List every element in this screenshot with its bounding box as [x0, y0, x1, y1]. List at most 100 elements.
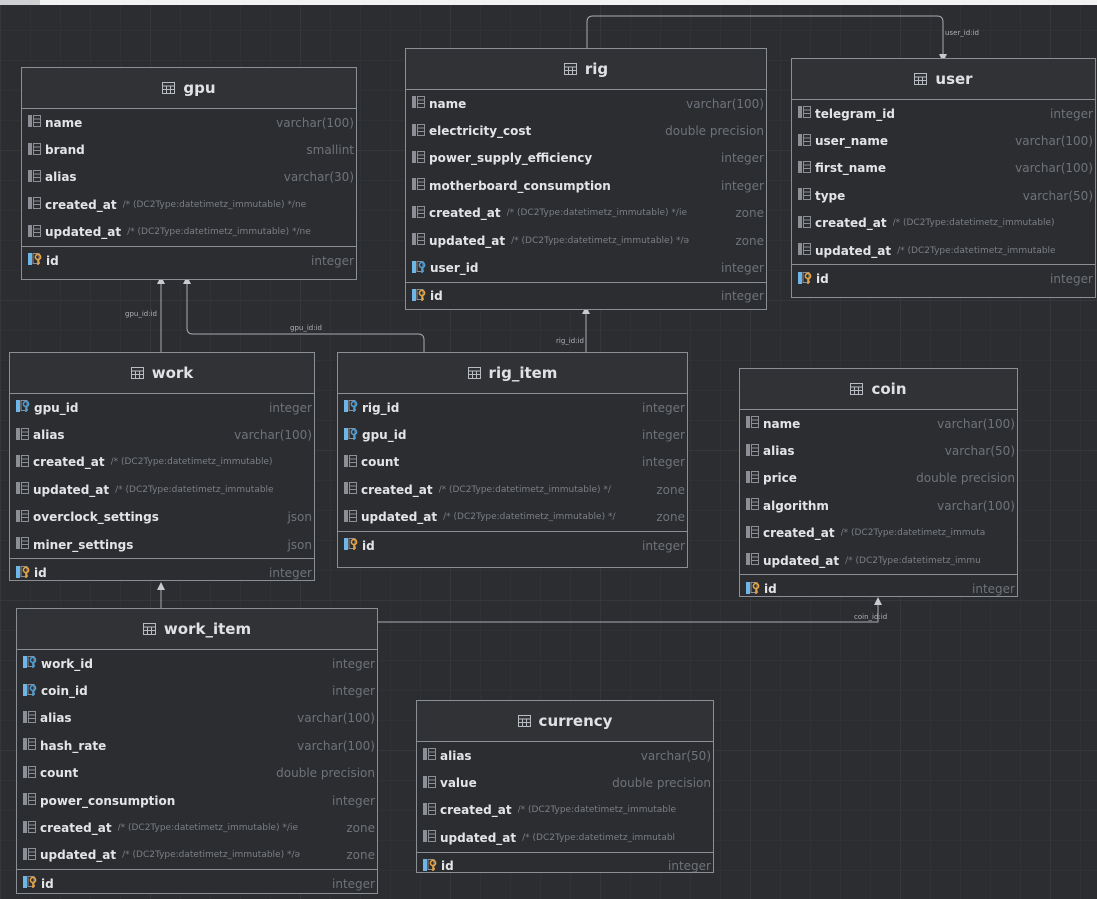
- foreign-key-row[interactable]: work_id integer: [17, 650, 377, 677]
- column-row[interactable]: user_name varchar(100): [792, 127, 1095, 154]
- column-row[interactable]: value double precision: [417, 769, 713, 796]
- column-row[interactable]: created_at /* (DC2Type:datetimetz_immutab…: [17, 814, 377, 841]
- table-header[interactable]: rig: [406, 49, 766, 90]
- column-row[interactable]: updated_at /* (DC2Type:datetimetz_immutab…: [417, 824, 713, 851]
- column-row[interactable]: alias varchar(50): [417, 742, 713, 769]
- column-type: varchar(100): [1015, 134, 1093, 149]
- column-name: telegram_id: [815, 106, 895, 121]
- primary-key-row[interactable]: id integer: [740, 574, 1017, 596]
- table-name: currency: [538, 712, 613, 730]
- column-row[interactable]: telegram_id integer: [792, 100, 1095, 127]
- column-type: varchar(30): [283, 170, 354, 185]
- primary-key-icon: [798, 271, 812, 288]
- column-icon: [16, 537, 29, 552]
- column-name: electricity_cost: [429, 124, 532, 139]
- column-type: integer: [668, 859, 711, 873]
- table-user[interactable]: user telegram_id integer user_name varchar(1…: [791, 58, 1096, 298]
- primary-key-row[interactable]: id integer: [17, 869, 377, 893]
- table-coin[interactable]: coin name varchar(100) alias varchar(50) pric…: [739, 368, 1018, 597]
- column-row[interactable]: algorithm varchar(100): [740, 492, 1017, 519]
- window-top-bar: [0, 0, 1097, 5]
- column-name: alias: [45, 170, 77, 185]
- table-header[interactable]: coin: [740, 369, 1017, 410]
- table-header[interactable]: currency: [417, 701, 713, 742]
- column-row[interactable]: updated_at /* (DC2Type:datetimetz_immutab…: [792, 237, 1095, 264]
- table-work[interactable]: work gpu_id integer alias varchar(100) create…: [9, 352, 315, 581]
- relation-label: coin_id:id: [854, 613, 887, 621]
- column-row[interactable]: alias varchar(100): [17, 705, 377, 732]
- primary-key-row[interactable]: id integer: [417, 851, 713, 873]
- table-rig[interactable]: rig name varchar(100) electricity_cost doubl…: [405, 48, 767, 310]
- table-header[interactable]: work_item: [17, 609, 377, 650]
- table-header[interactable]: gpu: [22, 68, 356, 109]
- relation-label: user_id:id: [945, 29, 979, 37]
- column-row[interactable]: created_at /* (DC2Type:datetimetz_immutab…: [338, 476, 687, 503]
- column-row[interactable]: name varchar(100): [740, 410, 1017, 437]
- table-currency[interactable]: currency alias varchar(50) value double prec…: [416, 700, 714, 873]
- column-name: hash_rate: [40, 738, 107, 753]
- foreign-key-row[interactable]: gpu_id integer: [10, 394, 314, 421]
- primary-key-row[interactable]: id integer: [406, 281, 766, 309]
- column-row[interactable]: power_consumption integer: [17, 787, 377, 814]
- column-row[interactable]: updated_at /* (DC2Type:datetimetz_immu: [740, 547, 1017, 574]
- column-row[interactable]: created_at /* (DC2Type:datetimetz_immutab…: [406, 200, 766, 227]
- column-name: alias: [40, 711, 72, 726]
- column-row[interactable]: brand smallint: [22, 136, 356, 163]
- column-row[interactable]: created_at /* (DC2Type:datetimetz_immutab…: [417, 797, 713, 824]
- column-icon: [746, 443, 759, 459]
- foreign-key-row[interactable]: coin_id integer: [17, 677, 377, 704]
- column-row[interactable]: type varchar(50): [792, 182, 1095, 209]
- column-row[interactable]: created_at /* (DC2Type:datetimetz_immuta: [740, 520, 1017, 547]
- column-row[interactable]: name varchar(100): [406, 90, 766, 117]
- column-row[interactable]: count double precision: [17, 760, 377, 787]
- column-row[interactable]: alias varchar(50): [740, 437, 1017, 464]
- column-type: integer: [1050, 106, 1093, 121]
- column-row[interactable]: alias varchar(100): [10, 421, 314, 448]
- primary-key-row[interactable]: id integer: [338, 530, 687, 559]
- column-row[interactable]: updated_at /* (DC2Type:datetimetz_immutab…: [22, 219, 356, 246]
- table-rig-item[interactable]: rig_item rig_id integer gpu_id integer count i…: [337, 352, 688, 568]
- foreign-key-row[interactable]: user_id integer: [406, 254, 766, 281]
- column-row[interactable]: motherboard_consumption integer: [406, 172, 766, 199]
- column-comment: /* (DC2Type:datetimetz_immu: [845, 555, 981, 566]
- table-header[interactable]: rig_item: [338, 353, 687, 394]
- column-row[interactable]: miner_settings json: [10, 531, 314, 558]
- table-header[interactable]: work: [10, 353, 314, 394]
- primary-key-icon: [423, 858, 437, 872]
- column-icon: [746, 470, 759, 486]
- foreign-key-row[interactable]: gpu_id integer: [338, 421, 687, 448]
- primary-key-row[interactable]: id integer: [10, 558, 314, 580]
- column-row[interactable]: electricity_cost double precision: [406, 117, 766, 144]
- column-row[interactable]: created_at /* (DC2Type:datetimetz_immutab…: [22, 191, 356, 218]
- column-row[interactable]: updated_at /* (DC2Type:datetimetz_immutab…: [10, 476, 314, 503]
- column-row[interactable]: power_supply_efficiency integer: [406, 145, 766, 172]
- column-row[interactable]: count integer: [338, 449, 687, 476]
- column-row[interactable]: price double precision: [740, 465, 1017, 492]
- primary-key-icon: [746, 581, 760, 596]
- foreign-key-row[interactable]: rig_id integer: [338, 394, 687, 421]
- column-icon: [423, 748, 436, 763]
- column-type: integer: [721, 151, 764, 166]
- column-row[interactable]: overclock_settings json: [10, 504, 314, 531]
- table-gpu[interactable]: gpu name varchar(100) brand smallint alias var…: [21, 67, 357, 280]
- column-comment: /* (DC2Type:datetimetz_immutable) */ne: [127, 227, 311, 238]
- column-type: varchar(100): [686, 96, 764, 111]
- column-row[interactable]: name varchar(100): [22, 109, 356, 136]
- table-header[interactable]: user: [792, 59, 1095, 100]
- column-name: algorithm: [763, 498, 829, 513]
- column-type: integer: [332, 656, 375, 671]
- column-row[interactable]: created_at /* (DC2Type:datetimetz_immutab…: [10, 449, 314, 476]
- column-row[interactable]: alias varchar(30): [22, 164, 356, 191]
- primary-key-row[interactable]: id integer: [22, 245, 356, 274]
- table-work-item[interactable]: work_item work_id integer coin_id integer ali…: [16, 608, 378, 894]
- column-icon: [23, 710, 36, 726]
- column-row[interactable]: updated_at /* (DC2Type:datetimetz_immutab…: [406, 227, 766, 254]
- column-row[interactable]: updated_at /* (DC2Type:datetimetz_immutab…: [338, 504, 687, 531]
- column-row[interactable]: hash_rate varchar(100): [17, 732, 377, 759]
- column-row[interactable]: created_at /* (DC2Type:datetimetz_immutab…: [792, 210, 1095, 237]
- column-row[interactable]: first_name varchar(100): [792, 155, 1095, 182]
- column-icon: [23, 820, 36, 836]
- column-comment: /* (DC2Type:datetimetz_immutable): [110, 457, 273, 468]
- primary-key-row[interactable]: id integer: [792, 264, 1095, 292]
- column-row[interactable]: updated_at /* (DC2Type:datetimetz_immutab…: [17, 842, 377, 869]
